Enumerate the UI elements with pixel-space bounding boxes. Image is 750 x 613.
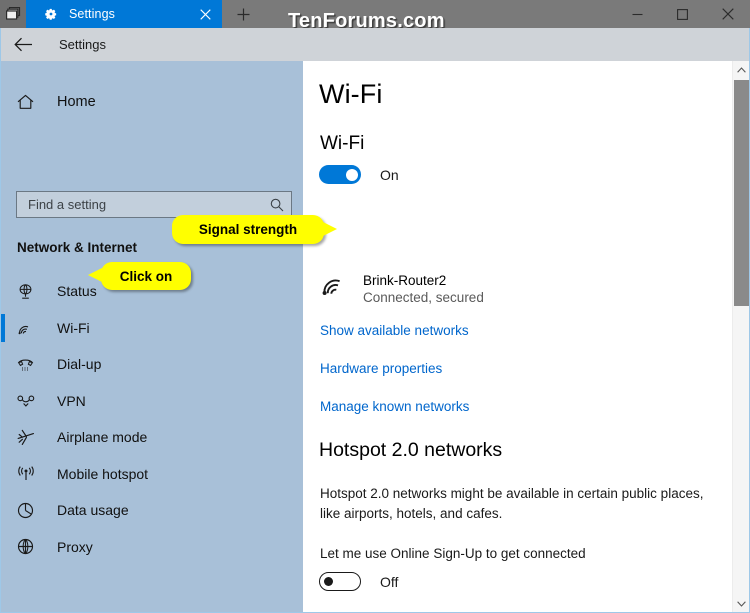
- callout-signal-strength-label: Signal strength: [198, 222, 298, 237]
- back-arrow-icon[interactable]: [1, 37, 46, 52]
- sidebar-label-proxy: Proxy: [57, 538, 93, 555]
- search-icon[interactable]: [263, 198, 291, 212]
- sidebar-label-vpn: VPN: [57, 392, 86, 409]
- pie-chart-icon: [17, 502, 43, 519]
- wifi-toggle[interactable]: [319, 165, 361, 184]
- globe-proxy-icon: [17, 538, 43, 555]
- connected-network[interactable]: Brink-Router2 Connected, secured: [321, 271, 484, 306]
- wifi-toggle-state: On: [380, 166, 399, 183]
- network-status: Connected, secured: [363, 290, 484, 305]
- sidebar-label-dialup: Dial-up: [57, 356, 102, 372]
- settings-window: Settings TenForums.com Settings Home Fin…: [0, 0, 750, 613]
- tab-title: Settings: [69, 7, 115, 21]
- sidebar-label-airplane-mode: Airplane mode: [57, 429, 148, 445]
- link-hardware-properties[interactable]: Hardware properties: [320, 361, 442, 376]
- task-view-icon[interactable]: [0, 0, 26, 28]
- callout-pointer-left: [88, 268, 102, 282]
- sidebar-section-title: Network & Internet: [17, 240, 138, 255]
- back-bar: Settings: [1, 28, 749, 61]
- wifi-icon: [17, 320, 43, 335]
- window-controls: [615, 0, 750, 28]
- minimize-button[interactable]: [615, 0, 660, 28]
- globe-status-icon: [17, 283, 43, 300]
- tab-settings[interactable]: Settings: [26, 0, 222, 28]
- sidebar-item-proxy[interactable]: Proxy: [1, 530, 303, 564]
- main-scrollbar[interactable]: [732, 61, 749, 612]
- callout-click-on: Click on: [88, 262, 191, 290]
- hotspot-description: Hotspot 2.0 networks might be available …: [320, 486, 704, 521]
- maximize-button[interactable]: [660, 0, 705, 28]
- network-text-block: Brink-Router2 Connected, secured: [363, 272, 484, 306]
- sidebar-home-label: Home: [57, 94, 96, 110]
- sidebar-item-dialup[interactable]: Dial-up: [1, 347, 303, 381]
- signup-toggle-state: Off: [380, 573, 399, 590]
- tab-close-icon[interactable]: [188, 0, 222, 28]
- wifi-signal-full-icon: [321, 271, 350, 301]
- sidebar-item-airplane-mode[interactable]: Airplane mode: [1, 420, 303, 454]
- hotspot-section-heading: Hotspot 2.0 networks: [319, 439, 503, 461]
- callout-pointer-right: [323, 222, 337, 236]
- airplane-icon: [17, 429, 43, 446]
- titlebar-drag-area: [264, 0, 615, 28]
- phone-dialup-icon: [17, 356, 43, 372]
- gear-icon: [44, 7, 58, 21]
- hotspot-icon: [17, 465, 43, 482]
- sidebar-label-data-usage: Data usage: [57, 502, 129, 518]
- chevron-up-icon[interactable]: [733, 61, 749, 78]
- toggle-knob: [323, 576, 333, 586]
- vpn-icon: [17, 394, 43, 408]
- wifi-toggle-row: On: [319, 165, 399, 184]
- sidebar-item-vpn[interactable]: VPN: [1, 384, 303, 418]
- signup-toggle[interactable]: [319, 572, 361, 591]
- callout-signal-strength: Signal strength: [172, 215, 337, 244]
- search-placeholder: Find a setting: [28, 197, 107, 212]
- sidebar-item-data-usage[interactable]: Data usage: [1, 493, 303, 527]
- sidebar-nav-list: Status Wi-Fi Dial-up VPN Airplane mode M…: [1, 274, 303, 566]
- chevron-down-icon[interactable]: [733, 595, 749, 612]
- title-bar: Settings: [0, 0, 750, 28]
- page-title: Wi-Fi: [319, 79, 383, 109]
- sidebar-label-status: Status: [57, 283, 97, 299]
- sidebar: Home Find a setting Network & Internet S…: [1, 61, 303, 612]
- sidebar-item-mobile-hotspot[interactable]: Mobile hotspot: [1, 457, 303, 491]
- backbar-title: Settings: [59, 37, 106, 52]
- sidebar-label-mobile-hotspot: Mobile hotspot: [57, 465, 149, 482]
- signup-toggle-label: Let me use Online Sign-Up to get connect…: [320, 546, 586, 561]
- close-button[interactable]: [705, 0, 750, 28]
- new-tab-button[interactable]: [222, 0, 264, 28]
- sidebar-item-wifi[interactable]: Wi-Fi: [1, 311, 303, 345]
- signup-toggle-row: Off: [319, 572, 398, 591]
- wifi-section-heading: Wi-Fi: [320, 133, 365, 154]
- search-input[interactable]: Find a setting: [16, 191, 292, 218]
- toggle-knob: [345, 168, 358, 181]
- network-name: Brink-Router2: [363, 273, 447, 288]
- sidebar-item-home[interactable]: Home: [1, 87, 303, 117]
- sidebar-label-wifi: Wi-Fi: [57, 319, 90, 336]
- selection-indicator: [1, 313, 5, 342]
- link-show-available-networks[interactable]: Show available networks: [320, 323, 469, 338]
- callout-click-on-label: Click on: [119, 268, 173, 284]
- link-manage-known-networks[interactable]: Manage known networks: [320, 399, 469, 414]
- home-icon: [17, 94, 43, 110]
- window-body: Home Find a setting Network & Internet S…: [1, 61, 749, 612]
- main-content: Wi-Fi Wi-Fi On Brink-Router2 Connected, …: [303, 61, 749, 612]
- scrollbar-thumb[interactable]: [734, 80, 749, 306]
